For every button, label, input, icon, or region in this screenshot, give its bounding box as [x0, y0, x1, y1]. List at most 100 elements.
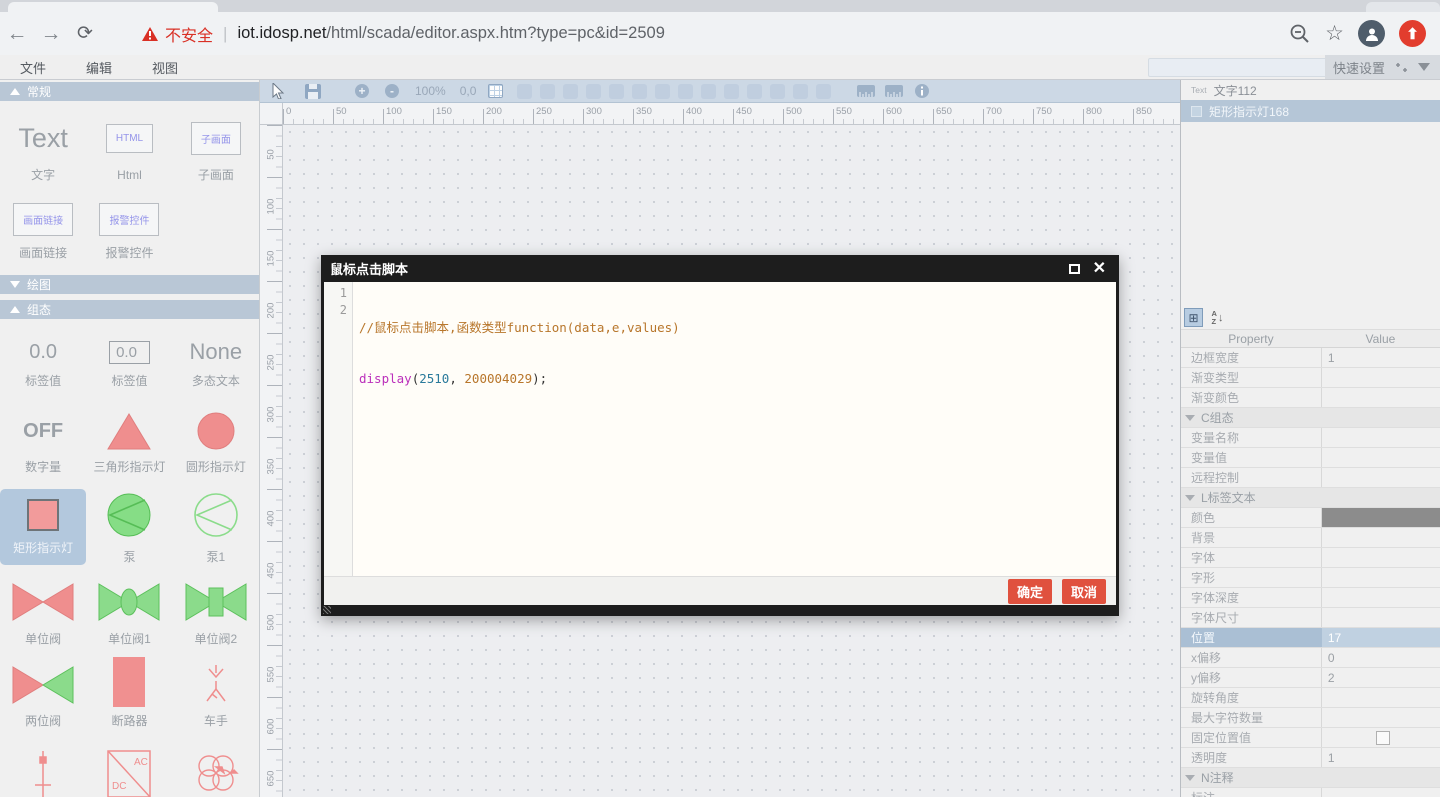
palette-item-screen-link[interactable]: 画面链接 画面链接: [0, 201, 86, 261]
object-list-item-rect-indicator[interactable]: 矩形指示灯168: [1181, 100, 1440, 122]
info-icon[interactable]: [915, 84, 929, 98]
disabled-tool-icon: [724, 84, 739, 99]
palette-item-label-value-boxed[interactable]: 0.0 标签值: [86, 339, 172, 389]
property-row[interactable]: 字形: [1181, 568, 1440, 588]
resize-grip[interactable]: [323, 606, 331, 614]
palette-item-triangle-indicator[interactable]: 三角形指示灯: [86, 411, 172, 475]
palette-item-two-way-valve[interactable]: 两位阀: [0, 665, 86, 729]
back-icon[interactable]: ←: [0, 22, 34, 46]
palette-item-knife-switch[interactable]: 刀闸: [0, 749, 86, 797]
browser-right-controls: ☆ ⬆: [1289, 20, 1440, 47]
property-row[interactable]: 变量名称: [1181, 428, 1440, 448]
sort-az-icon[interactable]: AZ ↓: [1207, 308, 1228, 327]
palette-item-circle-indicator[interactable]: 圆形指示灯: [173, 411, 259, 475]
maximize-icon[interactable]: [1069, 264, 1080, 274]
url-bar[interactable]: iot.idosp.net/html/scada/editor.aspx.htm…: [237, 24, 664, 43]
grid-toggle-icon[interactable]: [488, 84, 503, 98]
section-header-general[interactable]: 常规: [0, 82, 259, 101]
palette-item-label: 标签值: [21, 374, 65, 389]
property-row[interactable]: 标注: [1181, 788, 1440, 797]
quick-settings-area: 快速设置: [1325, 55, 1440, 79]
palette-item-handcart[interactable]: 车手: [173, 665, 259, 729]
palette-item-unit-valve1[interactable]: 单位阀1: [86, 581, 172, 647]
palette-item-rect-indicator[interactable]: 矩形指示灯: [0, 489, 86, 565]
pump-outline-icon: [192, 491, 240, 539]
property-row-selected[interactable]: 位置17: [1181, 628, 1440, 648]
v-ruler-toggle-icon[interactable]: [885, 85, 903, 97]
ok-button[interactable]: 确定: [1008, 579, 1052, 604]
menu-edit[interactable]: 编辑: [66, 58, 132, 77]
palette-item-label-value[interactable]: 0.0 标签值: [0, 339, 86, 389]
zoom-out-icon[interactable]: [1289, 23, 1311, 45]
dialog-title-bar[interactable]: 鼠标点击脚本 ✕: [324, 255, 1116, 282]
property-row-fixed-position[interactable]: 固定位置值: [1181, 728, 1440, 748]
property-row[interactable]: 渐变类型: [1181, 368, 1440, 388]
fit-screen-icon[interactable]: [1394, 60, 1409, 75]
security-indicator[interactable]: 不安全: [142, 22, 213, 46]
palette-item-digital[interactable]: OFF 数字量: [0, 411, 86, 475]
palette-item-unit-valve2[interactable]: 单位阀2: [173, 581, 259, 647]
palette-item-label: 文字: [27, 168, 59, 183]
zoom-in-icon[interactable]: +: [355, 84, 369, 98]
property-row[interactable]: 渐变颜色: [1181, 388, 1440, 408]
property-group-row[interactable]: N注释: [1181, 768, 1440, 788]
property-row[interactable]: x偏移0: [1181, 648, 1440, 668]
property-row[interactable]: 边框宽度1: [1181, 348, 1440, 368]
palette-item-html[interactable]: HTML Html: [86, 117, 172, 183]
quick-search-box[interactable]: [1148, 58, 1332, 77]
palette-item-text[interactable]: Text 文字: [0, 117, 86, 183]
cancel-button[interactable]: 取消: [1062, 579, 1106, 604]
section-header-drawing[interactable]: 绘图: [0, 275, 259, 294]
dialog-title: 鼠标点击脚本: [330, 259, 408, 278]
fixed-position-checkbox[interactable]: [1376, 731, 1390, 745]
browser-active-tab[interactable]: [8, 2, 218, 12]
quick-settings-label[interactable]: 快速设置: [1333, 58, 1385, 77]
color-swatch[interactable]: [1322, 508, 1440, 527]
chevron-down-icon[interactable]: [1418, 63, 1430, 71]
object-list-item-text[interactable]: Text 文字112: [1181, 80, 1440, 100]
property-row[interactable]: 字体尺寸: [1181, 608, 1440, 628]
palette-item-pt[interactable]: PT: [173, 749, 259, 797]
multistate-preview: None: [190, 339, 243, 365]
code-area[interactable]: //鼠标点击脚本,函数类型function(data,e,values) dis…: [353, 282, 1116, 576]
palette-item-multistate-text[interactable]: None 多态文本: [173, 339, 259, 389]
h-ruler-toggle-icon[interactable]: [857, 85, 875, 97]
property-row[interactable]: y偏移2: [1181, 668, 1440, 688]
menu-file[interactable]: 文件: [0, 58, 66, 77]
palette-item-breaker[interactable]: 断路器: [86, 665, 172, 729]
bookmark-star-icon[interactable]: ☆: [1325, 21, 1344, 46]
reload-icon[interactable]: ⟳: [68, 22, 102, 45]
property-row[interactable]: 背景: [1181, 528, 1440, 548]
profile-icon[interactable]: [1358, 20, 1385, 47]
menu-view[interactable]: 视图: [132, 58, 198, 77]
property-row[interactable]: 透明度1: [1181, 748, 1440, 768]
property-row[interactable]: 变量值: [1181, 448, 1440, 468]
categorized-view-icon[interactable]: ⊞: [1184, 308, 1203, 327]
property-row[interactable]: 字体深度: [1181, 588, 1440, 608]
forward-icon[interactable]: →: [34, 22, 68, 46]
property-row[interactable]: 旋转角度: [1181, 688, 1440, 708]
code-editor[interactable]: 1 2 //鼠标点击脚本,函数类型function(data,e,values)…: [324, 282, 1116, 576]
save-icon[interactable]: [305, 84, 321, 99]
property-row[interactable]: 最大字符数量: [1181, 708, 1440, 728]
section-header-scada[interactable]: 组态: [0, 300, 259, 319]
palette-item-pump[interactable]: 泵: [86, 489, 172, 565]
alarm-control-preview: 报警控件: [99, 203, 159, 236]
property-group-row[interactable]: C组态: [1181, 408, 1440, 428]
browser-new-tab-area[interactable]: [1366, 2, 1440, 12]
palette-item-label: Html: [113, 168, 146, 183]
zoom-out-icon-toolbar[interactable]: -: [385, 84, 399, 98]
property-row[interactable]: 字体: [1181, 548, 1440, 568]
palette-item-pump1[interactable]: 泵1: [173, 489, 259, 565]
property-group-row[interactable]: L标签文本: [1181, 488, 1440, 508]
palette-item-unit-valve[interactable]: 单位阀: [0, 581, 86, 647]
select-tool-icon[interactable]: [272, 83, 285, 99]
palette-item-alarm-control[interactable]: 报警控件 报警控件: [86, 201, 172, 261]
browser-update-icon[interactable]: ⬆: [1399, 20, 1426, 47]
property-row[interactable]: 远程控制: [1181, 468, 1440, 488]
property-row-color[interactable]: 颜色: [1181, 508, 1440, 528]
palette-item-inverter[interactable]: AC DC 逆变器: [86, 749, 172, 797]
ruler-label: 500: [266, 613, 277, 633]
close-icon[interactable]: ✕: [1093, 261, 1106, 277]
palette-item-subscreen[interactable]: 子画面 子画面: [173, 117, 259, 183]
